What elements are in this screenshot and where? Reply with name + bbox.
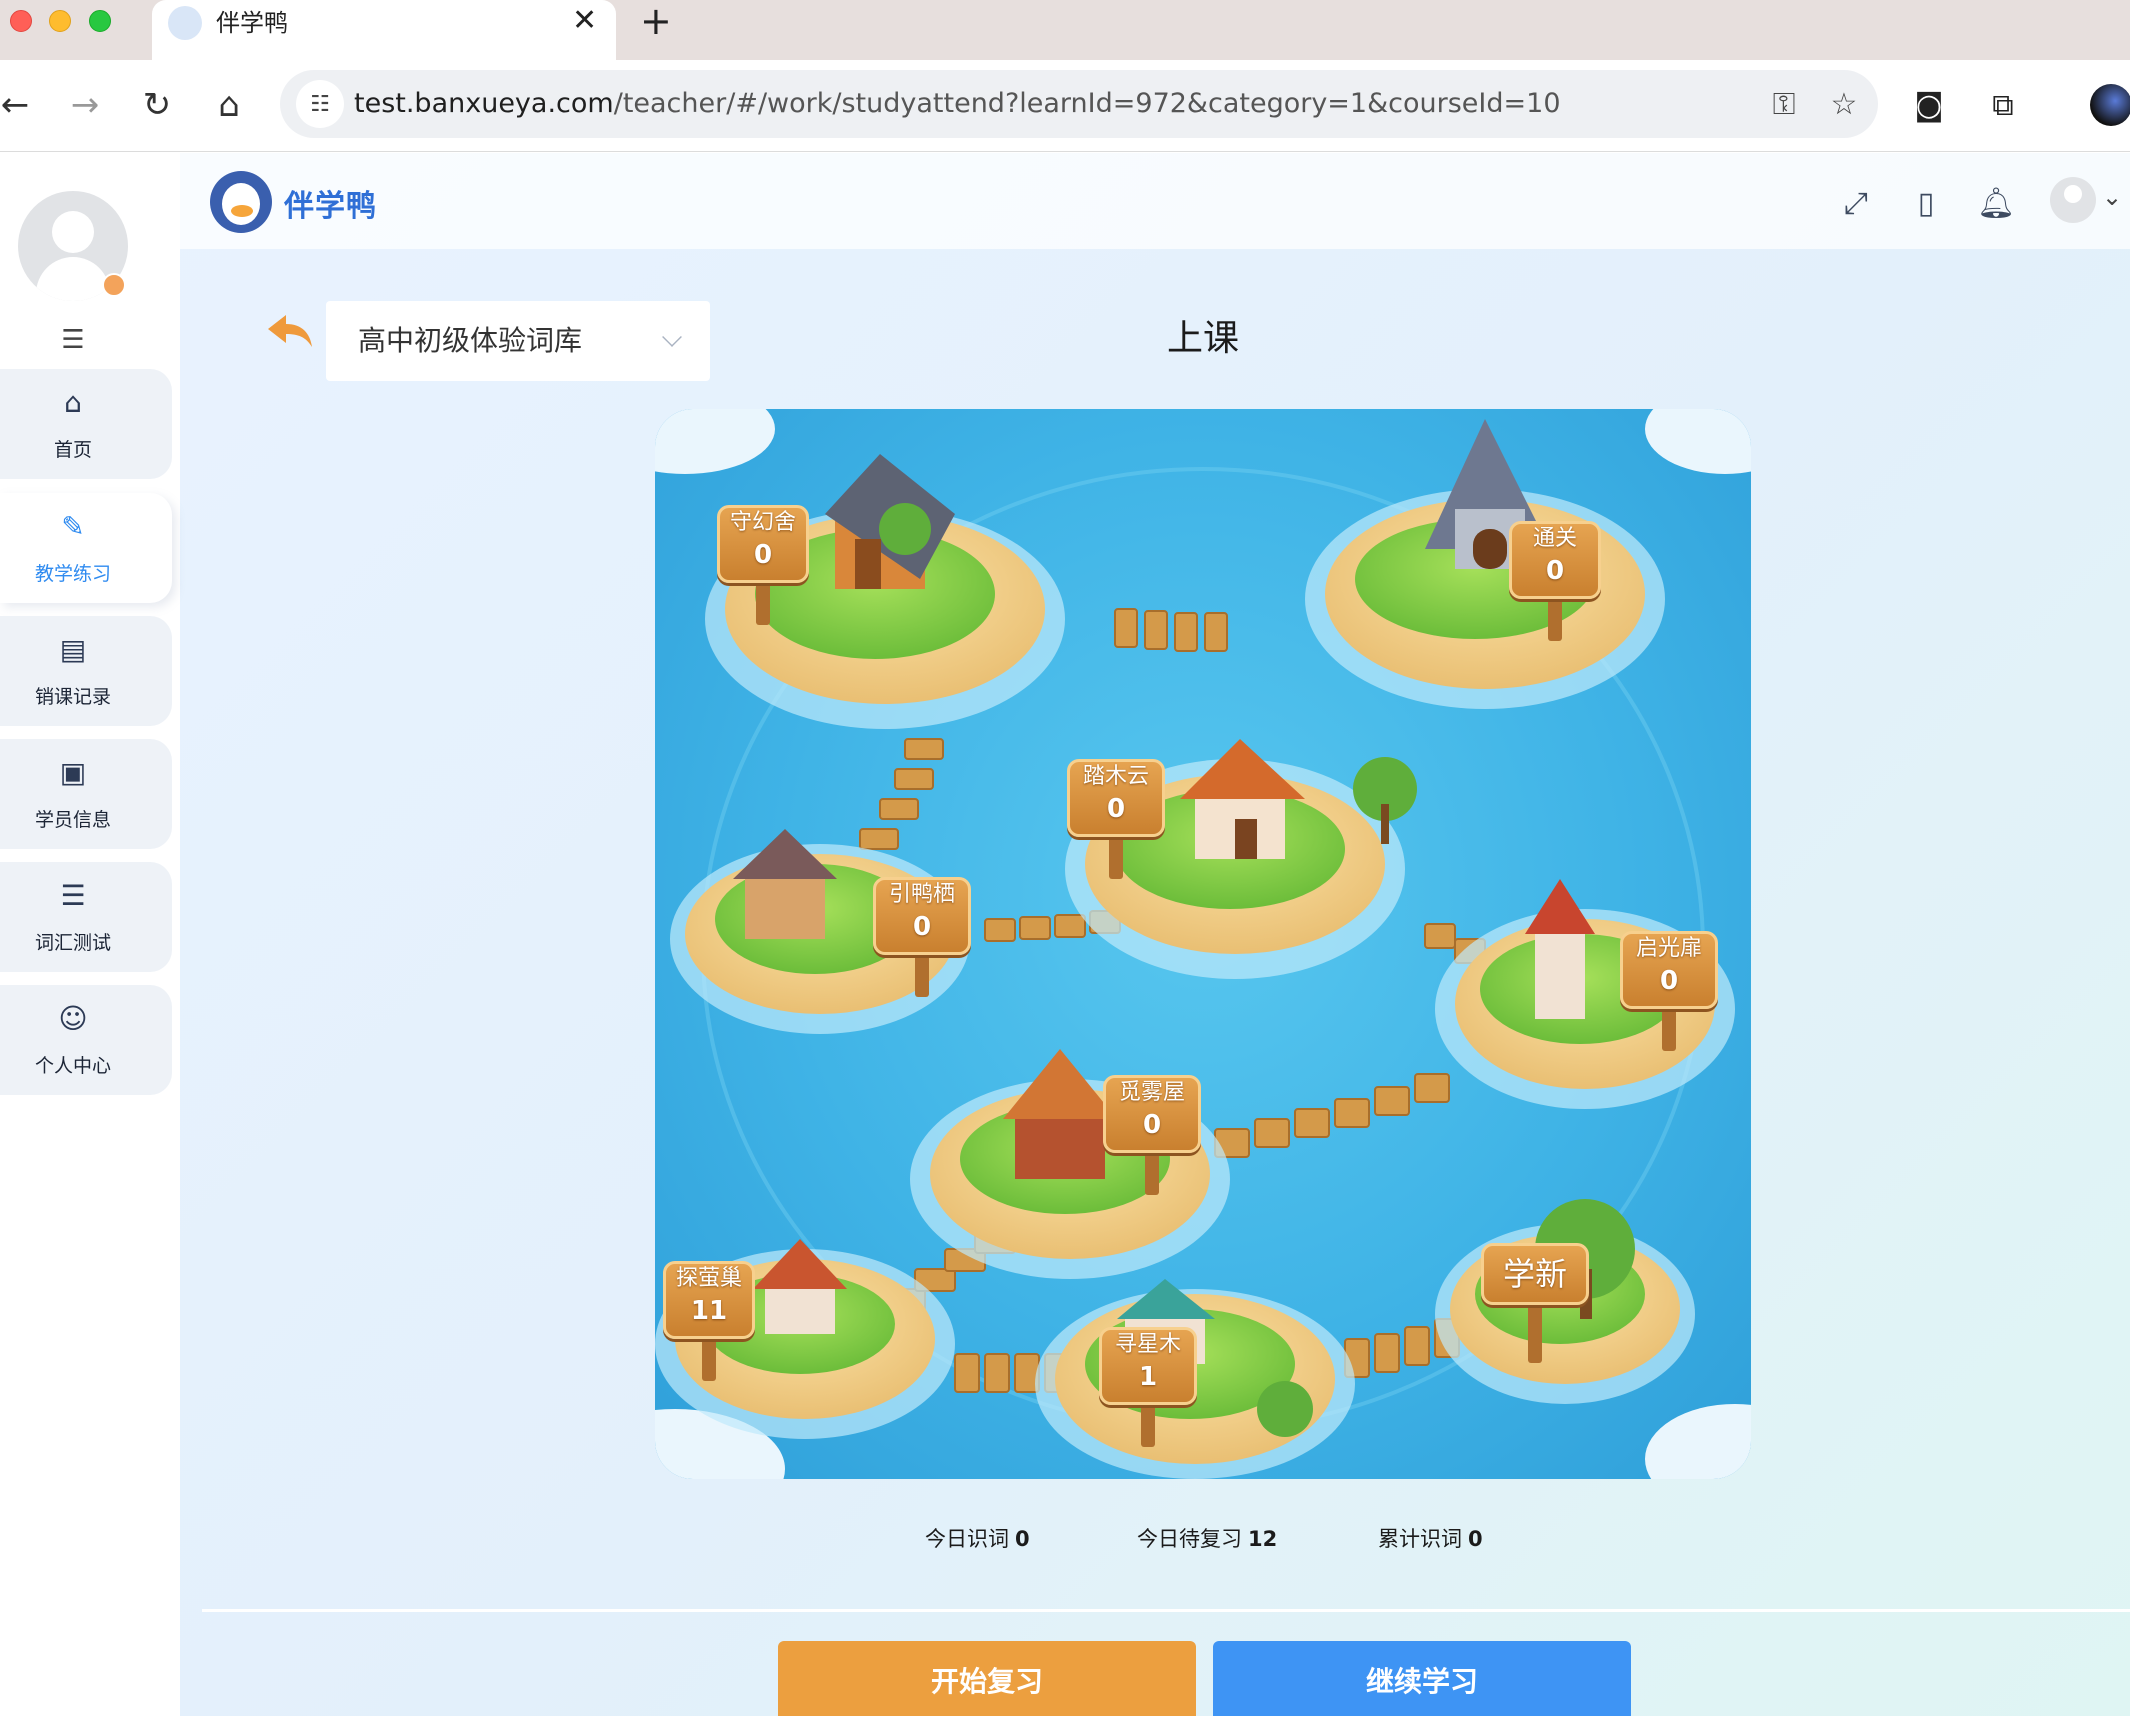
sidebar: ☰ ⌂ 首页 ✎ 教学练习 ▤ 销课记录 ▣ 学员信息 ☰ 词汇测试 ☺ 个人中…	[0, 153, 180, 1716]
stat-today-to-review: 今日待复习 12	[1137, 1523, 1277, 1553]
stat-label: 累计识词	[1378, 1527, 1462, 1551]
extension-icon[interactable]: ◙	[1906, 82, 1952, 128]
url-path: /teacher/#/work/studyattend?learnId=972&…	[613, 88, 1561, 119]
chevron-down-icon[interactable]: ⌄	[2102, 183, 2122, 211]
sidebar-item-student-info[interactable]: ▣ 学员信息	[0, 739, 172, 849]
stat-label: 今日识词	[925, 1527, 1009, 1551]
pen-icon: ✎	[61, 509, 85, 543]
app-root: ☰ ⌂ 首页 ✎ 教学练习 ▤ 销课记录 ▣ 学员信息 ☰ 词汇测试 ☺ 个人中…	[0, 153, 2130, 1716]
home-icon: ⌂	[64, 385, 82, 419]
stat-value: 0	[1468, 1527, 1483, 1551]
sidebar-item-label: 词汇测试	[34, 932, 111, 954]
bookmark-star-icon[interactable]: ☆	[1824, 84, 1864, 124]
duck-logo-icon	[210, 171, 272, 233]
sidebar-item-label: 个人中心	[34, 1055, 111, 1077]
level-node-count: 0	[1106, 794, 1126, 824]
stat-total-learned: 累计识词 0	[1378, 1523, 1483, 1553]
sidebar-item-label: 学员信息	[34, 809, 111, 831]
level-node-name: 启光扉	[1635, 936, 1702, 961]
forward-icon[interactable]: →	[62, 82, 108, 128]
new-tab-button[interactable]: +	[640, 2, 672, 40]
record-icon: ▤	[59, 632, 87, 666]
stat-value: 0	[1015, 1527, 1030, 1551]
app-header: 伴学鸭 ⤢ ▯ 🔔︎ ⌄	[180, 153, 2130, 249]
divider	[202, 1609, 2130, 1612]
level-node-9[interactable]: 寻星木 1	[1099, 1327, 1197, 1405]
user-icon: ☺	[58, 1001, 88, 1035]
close-window-button[interactable]	[10, 10, 32, 32]
level-node-6[interactable]: 觅雾屋 0	[1103, 1075, 1201, 1153]
logo-text: 伴学鸭	[284, 189, 377, 224]
sidebar-item-teaching-practice[interactable]: ✎ 教学练习	[0, 493, 172, 603]
back-icon[interactable]: ←	[0, 82, 38, 128]
level-node-name: 通关	[1532, 526, 1577, 551]
level-node-name: 引鸭栖	[888, 882, 955, 907]
address-bar[interactable]: ☷ test.banxueya.com/teacher/#/work/study…	[280, 70, 1878, 138]
url-text[interactable]: test.banxueya.com/teacher/#/work/studyat…	[354, 70, 1561, 138]
start-review-button[interactable]: 开始复习	[778, 1641, 1196, 1716]
level-node-8[interactable]: 学新	[1481, 1243, 1589, 1305]
level-node-count: 0	[1545, 556, 1565, 586]
level-node-name: 探萤巢	[675, 1266, 742, 1291]
sidebar-item-label: 首页	[53, 439, 92, 461]
sidebar-item-label: 销课记录	[34, 686, 111, 708]
back-arrow-icon[interactable]	[264, 311, 316, 351]
test-icon: ☰	[60, 878, 86, 912]
id-card-icon: ▣	[59, 755, 87, 789]
password-key-icon[interactable]: ⚿	[1764, 84, 1804, 124]
level-node-count: 0	[1142, 1110, 1162, 1140]
level-node-1[interactable]: 守幻舍 0	[717, 505, 809, 583]
level-node-count: 0	[753, 540, 773, 570]
site-settings-icon[interactable]: ☷	[296, 80, 344, 128]
maximize-window-button[interactable]	[89, 10, 111, 32]
level-node-name: 踏木云	[1082, 764, 1149, 789]
duck-favicon-icon	[168, 6, 202, 40]
puzzle-icon[interactable]: ⧉	[1980, 82, 2026, 128]
url-host: test.banxueya.com	[354, 88, 614, 119]
level-node-name: 寻星木	[1114, 1332, 1181, 1357]
level-node-count: 0	[912, 912, 932, 942]
stat-today-learned: 今日识词 0	[925, 1523, 1030, 1553]
level-node-name: 学新	[1502, 1255, 1567, 1293]
browser-tab[interactable]: 伴学鸭 ✕	[152, 0, 616, 60]
level-node-4[interactable]: 引鸭栖 0	[873, 877, 971, 955]
minimize-window-button[interactable]	[49, 10, 71, 32]
avatar-badge-icon	[102, 273, 126, 297]
level-node-2[interactable]: 通关 0	[1509, 521, 1601, 599]
tab-close-icon[interactable]: ✕	[572, 4, 597, 38]
browser-tab-bar: 伴学鸭 ✕ +	[0, 0, 2130, 60]
profile-icon[interactable]	[2090, 84, 2130, 126]
level-node-count: 0	[1659, 966, 1679, 996]
level-node-count: 11	[690, 1296, 728, 1326]
island-level-map: 守幻舍 0 通关 0 踏木云 0 引鸭栖 0 启光扉 0 觅雾屋 0 探萤巢 11 学新寻星木 1	[655, 409, 1751, 1479]
level-node-7[interactable]: 探萤巢 11	[663, 1261, 755, 1339]
course-select[interactable]: 高中初级体验词库	[326, 301, 710, 381]
chevron-down-icon	[662, 327, 682, 347]
sidebar-item-profile[interactable]: ☺ 个人中心	[0, 985, 172, 1095]
level-node-count: 1	[1138, 1362, 1158, 1392]
level-node-name: 守幻舍	[729, 510, 796, 535]
reload-icon[interactable]: ↻	[134, 82, 180, 128]
level-node-3[interactable]: 踏木云 0	[1067, 759, 1165, 837]
sidebar-item-course-records[interactable]: ▤ 销课记录	[0, 616, 172, 726]
collapse-menu-icon[interactable]: ☰	[58, 325, 88, 355]
stat-label: 今日待复习	[1137, 1527, 1242, 1551]
phone-icon[interactable]: ▯	[1906, 183, 1946, 223]
browser-toolbar: ← → ↻ ⌂ ☷ test.banxueya.com/teacher/#/wo…	[0, 60, 2130, 152]
level-node-5[interactable]: 启光扉 0	[1620, 931, 1718, 1009]
course-select-value: 高中初级体验词库	[358, 324, 583, 357]
page-title: 上课	[1166, 318, 1239, 359]
fullscreen-icon[interactable]: ⤢	[1836, 183, 1876, 223]
sidebar-item-label: 教学练习	[34, 563, 111, 585]
user-avatar[interactable]	[2050, 177, 2096, 223]
level-node-name: 觅雾屋	[1118, 1080, 1185, 1105]
bell-icon[interactable]: 🔔︎	[1976, 183, 2016, 223]
home-icon[interactable]: ⌂	[206, 82, 252, 128]
stat-value: 12	[1248, 1527, 1278, 1551]
tab-title: 伴学鸭	[216, 9, 288, 37]
signpost-pole	[1528, 1303, 1542, 1363]
sidebar-item-home[interactable]: ⌂ 首页	[0, 369, 172, 479]
sidebar-item-vocab-test[interactable]: ☰ 词汇测试	[0, 862, 172, 972]
continue-learning-button[interactable]: 继续学习	[1213, 1641, 1631, 1716]
